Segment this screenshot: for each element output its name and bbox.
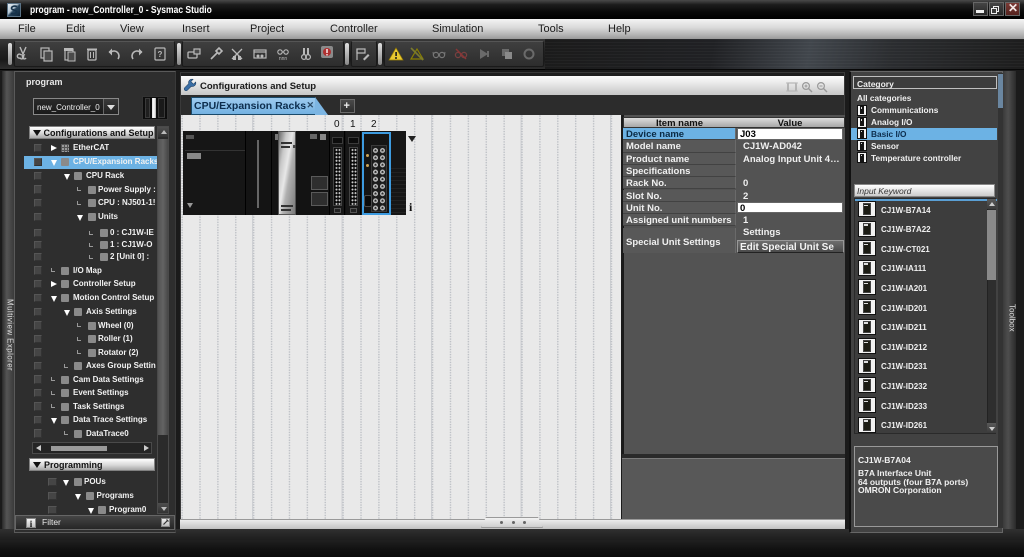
svg-text:nnn: nnn [279, 56, 288, 62]
svg-text:?: ? [158, 50, 163, 59]
